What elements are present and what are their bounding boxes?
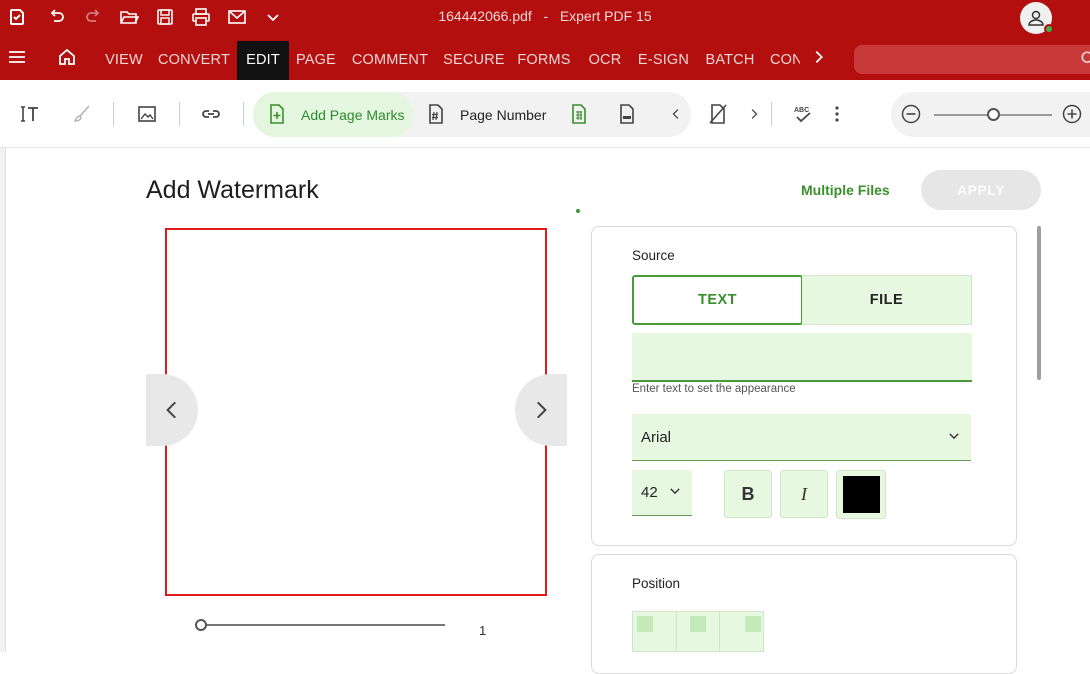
menu-bar: VIEW CONVERT EDIT PAGE COMMENT SECURE FO… [0, 34, 1090, 80]
app-logo-icon[interactable] [0, 0, 34, 34]
watermark-text-input[interactable] [632, 333, 972, 382]
search-box[interactable] [854, 45, 1090, 74]
source-heading: Source [632, 248, 675, 263]
tab-convert[interactable]: CONVERT [156, 41, 232, 80]
tab-batch[interactable]: BATCH [702, 41, 758, 80]
tab-secure[interactable]: SECURE [443, 41, 505, 80]
italic-button[interactable]: I [780, 470, 828, 518]
online-status-dot [1044, 24, 1054, 34]
text-input-helper: Enter text to set the appearance [632, 383, 796, 395]
text-color-button[interactable] [836, 470, 886, 519]
link-icon[interactable] [197, 100, 225, 128]
spell-check-icon[interactable]: ABC [789, 100, 817, 128]
page-number-readout: 1 [479, 623, 487, 638]
tab-comment[interactable]: COMMENT [349, 41, 431, 80]
undo-icon[interactable] [40, 0, 74, 34]
zoom-in-icon[interactable] [1058, 100, 1086, 128]
position-heading: Position [632, 576, 681, 591]
chevron-down-icon [949, 433, 959, 440]
mail-icon[interactable] [220, 0, 254, 34]
app-name: Expert PDF 15 [559, 8, 652, 24]
svg-text:ABC: ABC [794, 107, 809, 114]
search-icon [1081, 51, 1090, 63]
chevron-left-icon [166, 401, 177, 419]
source-file-tab[interactable]: FILE [802, 275, 972, 325]
chevron-right-icon[interactable] [806, 34, 832, 80]
edit-toolbar: Add Page Marks Page Number ABC [0, 80, 1090, 213]
image-icon[interactable] [133, 100, 161, 128]
scroll-right-icon[interactable] [740, 100, 768, 128]
apply-button[interactable]: APPLY [921, 170, 1041, 210]
text-tool-icon[interactable] [16, 100, 44, 128]
home-icon[interactable] [50, 34, 84, 80]
position-top-left[interactable] [633, 612, 677, 651]
print-icon[interactable] [184, 0, 218, 34]
panel-scrollbar[interactable] [1037, 226, 1041, 380]
chevron-down-icon [670, 488, 680, 495]
tab-forms[interactable]: FORMS [515, 41, 573, 80]
font-family-select[interactable]: Arial [632, 414, 971, 461]
font-family-value: Arial [641, 429, 672, 446]
title-separator: - [543, 8, 549, 24]
hamburger-menu-icon[interactable] [0, 34, 34, 80]
active-indicator-dot [576, 209, 580, 213]
redo-icon[interactable] [76, 0, 110, 34]
tab-edit[interactable]: EDIT [237, 41, 289, 80]
add-page-marks-label[interactable]: Add Page Marks [301, 107, 405, 123]
page-title: Add Watermark [146, 176, 319, 204]
document-filename: 164442066.pdf [438, 8, 532, 24]
page-slider-knob[interactable] [195, 619, 207, 631]
add-page-marks-icon[interactable] [263, 100, 291, 128]
save-icon[interactable] [148, 0, 182, 34]
brush-icon[interactable] [68, 100, 96, 128]
watermark-preview-page [165, 228, 547, 596]
remove-marks-icon[interactable] [704, 100, 732, 128]
position-top-center[interactable] [677, 612, 721, 651]
left-sidebar-edge [0, 148, 6, 652]
position-top-right[interactable] [720, 612, 763, 651]
user-icon [1028, 10, 1044, 26]
tab-page[interactable]: PAGE [293, 41, 339, 80]
tab-ocr[interactable]: OCR [583, 41, 627, 80]
more-options-icon[interactable] [823, 100, 851, 128]
page-number-icon[interactable] [422, 100, 450, 128]
tab-view[interactable]: VIEW [100, 41, 148, 80]
chevron-right-icon [536, 401, 547, 419]
open-folder-icon[interactable] [112, 0, 146, 34]
page-number-label[interactable]: Page Number [460, 107, 546, 123]
title-bar: 164442066.pdf - Expert PDF 15 [0, 0, 1090, 34]
page-slider-track[interactable] [200, 624, 445, 626]
position-grid [632, 611, 764, 652]
font-size-value: 42 [641, 484, 658, 501]
bold-button[interactable]: B [724, 470, 772, 518]
header-footer-icon[interactable] [613, 100, 641, 128]
zoom-slider-knob[interactable] [987, 108, 1000, 121]
bates-numbering-icon[interactable] [565, 100, 593, 128]
customize-chevron-icon[interactable] [256, 0, 290, 34]
multiple-files-link[interactable]: Multiple Files [801, 182, 890, 198]
source-text-tab[interactable]: TEXT [632, 275, 803, 325]
tab-e-sign[interactable]: E-SIGN [636, 41, 691, 80]
tab-con-truncated[interactable]: CON [770, 41, 800, 80]
font-size-select[interactable]: 42 [632, 470, 692, 516]
zoom-out-icon[interactable] [897, 100, 925, 128]
scroll-left-icon[interactable] [662, 100, 690, 128]
text-color-swatch [843, 476, 880, 513]
user-avatar[interactable] [1020, 2, 1054, 34]
